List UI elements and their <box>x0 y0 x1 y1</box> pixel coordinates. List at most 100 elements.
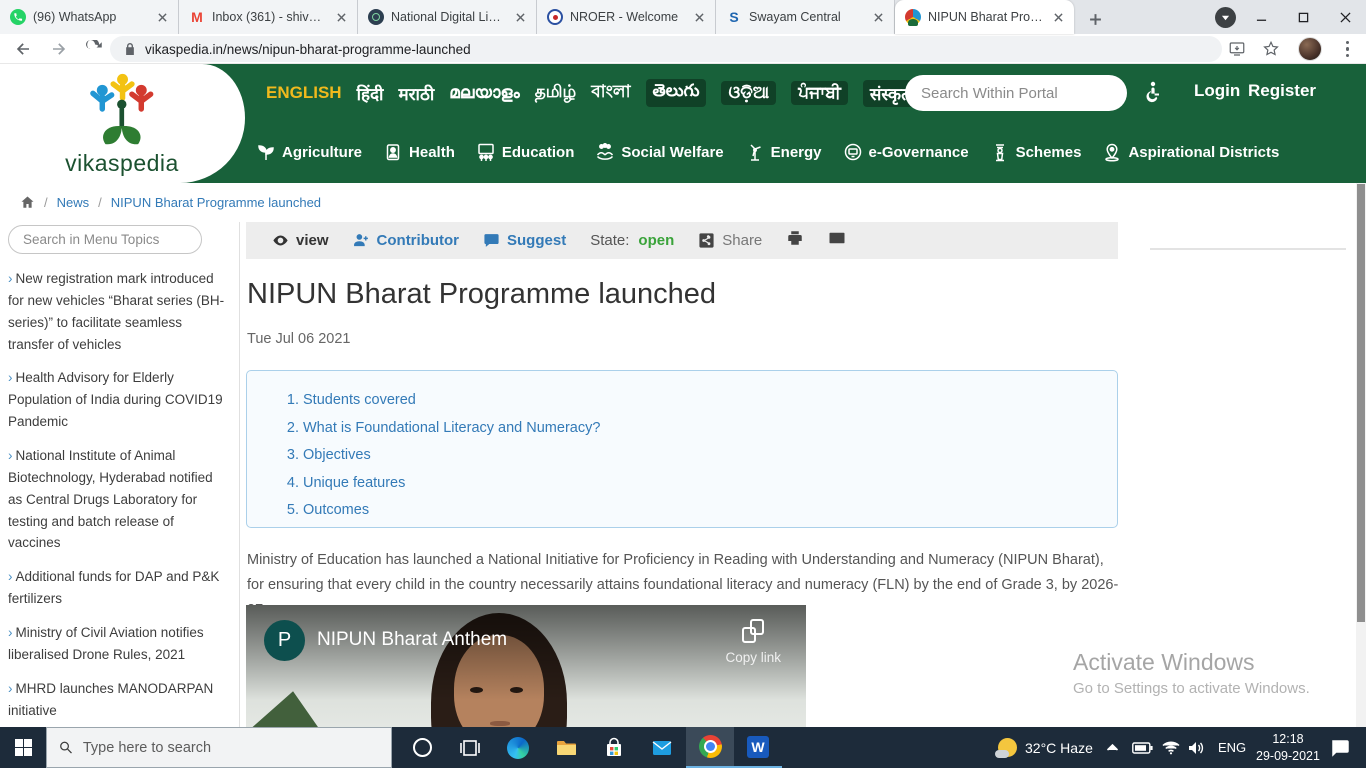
lang-odia[interactable]: ଓଡ଼ିଆ <box>721 81 776 105</box>
profile-avatar[interactable] <box>1298 37 1322 61</box>
tray-chevron[interactable] <box>1106 727 1119 768</box>
start-button[interactable] <box>0 727 46 768</box>
language-indicator[interactable]: ENG <box>1218 727 1246 768</box>
install-icon[interactable] <box>1228 40 1246 58</box>
share-button[interactable]: Share <box>698 232 762 249</box>
browser-address-bar: vikaspedia.in/news/nipun-bharat-programm… <box>0 34 1366 64</box>
forward-icon[interactable] <box>50 40 68 58</box>
contributor-button[interactable]: Contributor <box>353 232 459 249</box>
lang-marathi[interactable]: मराठी <box>398 82 434 105</box>
lang-tamil[interactable]: தமிழ் <box>535 82 577 104</box>
menu-topics-search[interactable] <box>8 225 202 254</box>
toc-item[interactable]: Objectives <box>303 447 1117 463</box>
tab-close-icon[interactable] <box>691 9 707 25</box>
back-icon[interactable] <box>14 40 32 58</box>
sidebar-news-item[interactable]: ›National Institute of Animal Biotechnol… <box>8 445 229 554</box>
taskbar-search[interactable] <box>46 727 392 768</box>
edge-button[interactable] <box>494 727 542 768</box>
nav-health[interactable]: Health <box>383 142 455 162</box>
close-button[interactable] <box>1324 0 1366 34</box>
browser-menu-icon[interactable] <box>1346 41 1350 60</box>
store-icon <box>603 737 625 759</box>
lang-punjabi[interactable]: ਪੰਜਾਬੀ <box>791 81 848 105</box>
tab-close-icon[interactable] <box>333 9 349 25</box>
portal-search-input[interactable] <box>921 85 1111 102</box>
video-channel-avatar[interactable]: P <box>264 620 305 661</box>
wifi-indicator[interactable] <box>1162 727 1180 768</box>
scrollbar-thumb[interactable] <box>1357 184 1365 622</box>
new-tab-button[interactable] <box>1080 4 1110 34</box>
word-button[interactable]: W <box>734 727 782 768</box>
tab-whatsapp[interactable]: (96) WhatsApp <box>0 0 179 34</box>
clock[interactable]: 12:1829-09-2021 <box>1256 727 1320 768</box>
copy-link-label[interactable]: Copy link <box>725 650 781 665</box>
mail-icon <box>651 737 673 759</box>
tab-close-icon[interactable] <box>154 9 170 25</box>
email-icon[interactable] <box>828 229 846 252</box>
lang-bengali[interactable]: বাংলা <box>591 79 630 107</box>
tab-ndl[interactable]: National Digital Librar <box>358 0 537 34</box>
print-icon[interactable] <box>786 229 804 252</box>
cortana-button[interactable] <box>398 727 446 768</box>
lang-malayalam[interactable]: മലയാളം <box>449 83 519 103</box>
copy-link-icon[interactable] <box>742 619 764 643</box>
sidebar-news-item[interactable]: ›Additional funds for DAP and P&K fertil… <box>8 566 229 610</box>
battery-indicator[interactable] <box>1132 727 1153 768</box>
browser-update-icon[interactable] <box>1215 7 1236 28</box>
tab-close-icon[interactable] <box>512 9 528 25</box>
taskbar-search-input[interactable] <box>83 740 379 756</box>
view-button[interactable]: view <box>272 232 329 249</box>
url-field[interactable]: vikaspedia.in/news/nipun-bharat-programm… <box>110 36 1222 62</box>
nav-aspirational-districts[interactable]: Aspirational Districts <box>1102 142 1279 162</box>
nav-energy[interactable]: Energy <box>745 142 822 162</box>
weather-widget[interactable]: 32°C Haze <box>998 727 1093 768</box>
toc-item[interactable]: Students covered <box>303 392 1117 408</box>
register-link[interactable]: Register <box>1248 81 1316 101</box>
toc-item[interactable]: Unique features <box>303 475 1117 491</box>
volume-indicator[interactable] <box>1188 727 1206 768</box>
nav-agriculture[interactable]: Agriculture <box>256 142 362 162</box>
sidebar-news-item[interactable]: ›Ministry of Civil Aviation notifies lib… <box>8 622 229 666</box>
mail-button[interactable] <box>638 727 686 768</box>
task-view-button[interactable] <box>446 727 494 768</box>
tab-close-icon[interactable] <box>870 9 886 25</box>
tab-close-icon[interactable] <box>1050 9 1066 25</box>
toc-item[interactable]: Outcomes <box>303 502 1117 518</box>
nav-social-welfare[interactable]: Social Welfare <box>595 142 723 162</box>
sidebar-news-item[interactable]: ›New registration mark introduced for ne… <box>8 268 229 355</box>
nav-egovernance[interactable]: e-Governance <box>843 142 969 162</box>
file-explorer-button[interactable] <box>542 727 590 768</box>
home-icon[interactable] <box>20 195 35 210</box>
sidebar-news-item[interactable]: ›Health Advisory for Elderly Population … <box>8 367 229 433</box>
minimize-button[interactable] <box>1240 0 1282 34</box>
breadcrumb-current[interactable]: NIPUN Bharat Programme launched <box>111 195 321 210</box>
chrome-button[interactable] <box>686 727 734 768</box>
nav-education[interactable]: Education <box>476 142 575 162</box>
lang-hindi[interactable]: हिंदी <box>357 82 384 105</box>
login-link[interactable]: Login <box>1194 81 1240 101</box>
bookmark-star-icon[interactable] <box>1262 40 1280 58</box>
tab-nroer[interactable]: NROER - Welcome <box>537 0 716 34</box>
suggest-button[interactable]: Suggest <box>483 232 566 249</box>
page-scrollbar[interactable] <box>1356 183 1366 727</box>
breadcrumb-news[interactable]: News <box>57 195 90 210</box>
refresh-icon[interactable] <box>86 40 104 58</box>
nav-schemes[interactable]: Schemes <box>990 142 1082 162</box>
tab-gmail[interactable]: M Inbox (361) - shivanity <box>179 0 358 34</box>
store-button[interactable] <box>590 727 638 768</box>
lang-telugu[interactable]: తెలుగు <box>646 79 707 107</box>
lang-english[interactable]: ENGLISH <box>266 83 342 103</box>
portal-search[interactable] <box>905 75 1127 111</box>
sidebar-news-item[interactable]: ›MHRD launches MANODARPAN initiative <box>8 678 229 722</box>
cortana-icon <box>413 738 432 757</box>
menu-topics-search-input[interactable] <box>23 232 187 247</box>
url-text: vikaspedia.in/news/nipun-bharat-programm… <box>145 42 471 57</box>
tab-nipun-active[interactable]: NIPUN Bharat Program <box>895 0 1074 34</box>
accessibility-icon[interactable] <box>1140 80 1164 109</box>
maximize-button[interactable] <box>1282 0 1324 34</box>
logo-panel[interactable]: vikaspedia <box>0 64 245 183</box>
toc-item[interactable]: What is Foundational Literacy and Numera… <box>303 420 1117 436</box>
video-title[interactable]: NIPUN Bharat Anthem <box>317 629 507 651</box>
action-center-button[interactable] <box>1330 727 1350 768</box>
tab-swayam[interactable]: S Swayam Central <box>716 0 895 34</box>
